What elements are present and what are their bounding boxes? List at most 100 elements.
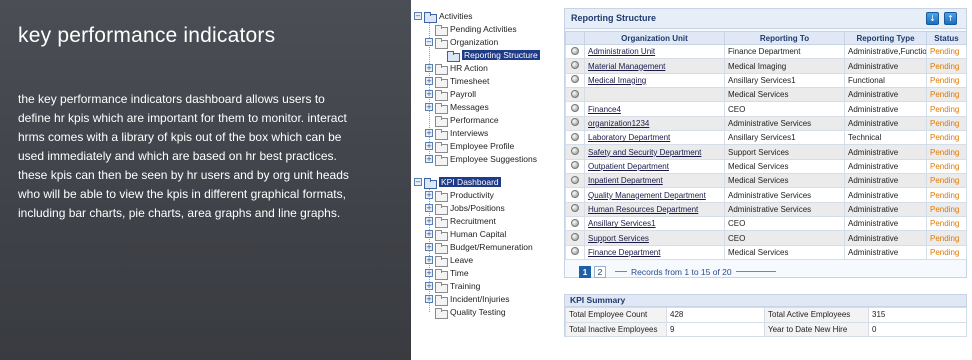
- tree-item-payroll[interactable]: + Payroll: [425, 88, 476, 101]
- table-row[interactable]: Medical Imaging Ansillary Services1 Functi…: [565, 72, 967, 89]
- column-header-reporting-type[interactable]: Reporting Type: [844, 31, 927, 45]
- table-row[interactable]: Ansillary Services1 CEO Administrative Pend…: [565, 216, 967, 232]
- row-radio-icon[interactable]: [571, 147, 579, 156]
- expand-icon[interactable]: +: [425, 230, 433, 238]
- table-row[interactable]: Human Resources Department Administrative…: [565, 201, 967, 218]
- tree-item-performance[interactable]: Performance: [425, 114, 499, 127]
- org-unit-cell[interactable]: Outpatient Department: [584, 158, 725, 175]
- tree-item-time[interactable]: + Time: [425, 267, 469, 280]
- table-row[interactable]: Outpatient Department Medical Services Adm…: [565, 158, 967, 175]
- column-header-status[interactable]: Status: [926, 31, 967, 45]
- org-unit-cell[interactable]: Laboratory Department: [584, 130, 725, 146]
- row-radio-icon[interactable]: [571, 118, 579, 127]
- expand-icon[interactable]: +: [425, 256, 433, 264]
- org-unit-cell[interactable]: Safety and Security Department: [584, 144, 725, 160]
- tree-item-hr-action[interactable]: + HR Action: [425, 62, 488, 75]
- org-unit-cell[interactable]: Material Management: [584, 58, 725, 74]
- tree-item-employee-profile[interactable]: + Employee Profile: [425, 140, 514, 153]
- row-radio-icon[interactable]: [571, 104, 579, 113]
- page-button[interactable]: 2: [594, 265, 606, 278]
- expand-icon[interactable]: +: [425, 191, 433, 199]
- table-row[interactable]: organization1234 Administrative Services A…: [565, 115, 967, 132]
- tree-item-timesheet[interactable]: + Timesheet: [425, 75, 489, 88]
- expand-icon[interactable]: +: [425, 90, 433, 98]
- row-select-cell[interactable]: [565, 115, 585, 132]
- expand-icon[interactable]: +: [425, 217, 433, 225]
- org-unit-cell[interactable]: [584, 87, 725, 103]
- table-row[interactable]: Quality Management Department Administrat…: [565, 187, 967, 203]
- table-row[interactable]: Material Management Medical Imaging Admini…: [565, 58, 967, 74]
- expand-icon[interactable]: +: [425, 295, 433, 303]
- row-radio-icon[interactable]: [571, 190, 579, 199]
- org-unit-cell[interactable]: Support Services: [584, 230, 725, 246]
- tree-item-leave[interactable]: + Leave: [425, 254, 473, 267]
- row-select-cell[interactable]: [565, 72, 585, 89]
- row-radio-icon[interactable]: [571, 75, 579, 84]
- download-icon[interactable]: ↓: [926, 12, 939, 25]
- expand-icon[interactable]: +: [425, 155, 433, 163]
- row-radio-icon[interactable]: [571, 218, 579, 227]
- row-select-cell[interactable]: [565, 201, 585, 218]
- collapse-icon[interactable]: −: [414, 178, 422, 186]
- expand-icon[interactable]: +: [425, 243, 433, 251]
- row-select-cell[interactable]: [565, 130, 585, 146]
- row-radio-icon[interactable]: [571, 204, 579, 213]
- collapse-icon[interactable]: −: [425, 38, 433, 46]
- row-select-cell[interactable]: [565, 187, 585, 203]
- org-unit-cell[interactable]: Administration Unit: [584, 43, 725, 60]
- column-header-org-unit[interactable]: Organization Unit: [584, 31, 725, 45]
- table-row[interactable]: Inpatient Department Medical Services Admi…: [565, 173, 967, 189]
- row-select-cell[interactable]: [565, 158, 585, 175]
- tree-item-quality-testing[interactable]: Quality Testing: [425, 306, 506, 319]
- row-radio-icon[interactable]: [571, 247, 579, 256]
- expand-icon[interactable]: +: [425, 129, 433, 137]
- expand-icon[interactable]: +: [425, 103, 433, 111]
- page-button[interactable]: 1: [579, 265, 591, 278]
- row-select-cell[interactable]: [565, 43, 585, 60]
- table-row[interactable]: Laboratory Department Ansillary Services1…: [565, 130, 967, 146]
- collapse-icon[interactable]: −: [414, 12, 422, 20]
- row-select-cell[interactable]: [565, 173, 585, 189]
- tree-item-kpi-dashboard[interactable]: − KPI Dashboard: [414, 176, 501, 189]
- tree-item-jobs-positions[interactable]: + Jobs/Positions: [425, 202, 505, 215]
- row-radio-icon[interactable]: [571, 132, 579, 141]
- row-select-cell[interactable]: [565, 101, 585, 117]
- row-select-cell[interactable]: [565, 144, 585, 160]
- tree-item-human-capital[interactable]: + Human Capital: [425, 228, 506, 241]
- row-radio-icon[interactable]: [571, 161, 579, 170]
- tree-item-interviews[interactable]: + Interviews: [425, 127, 488, 140]
- tree-item-organization[interactable]: − Organization: [425, 36, 498, 49]
- upload-icon[interactable]: ↑: [944, 12, 957, 25]
- org-unit-cell[interactable]: Inpatient Department: [584, 173, 725, 189]
- org-unit-cell[interactable]: Quality Management Department: [584, 187, 725, 203]
- row-select-cell[interactable]: [565, 244, 585, 261]
- row-select-cell[interactable]: [565, 58, 585, 74]
- tree-item-activities[interactable]: − Activities: [414, 10, 473, 23]
- row-radio-icon[interactable]: [571, 61, 579, 70]
- org-unit-cell[interactable]: Medical Imaging: [584, 72, 725, 89]
- expand-icon[interactable]: +: [425, 269, 433, 277]
- tree-item-employee-suggestions[interactable]: + Employee Suggestions: [425, 153, 537, 166]
- row-select-cell[interactable]: [565, 216, 585, 232]
- column-header-reporting-to[interactable]: Reporting To: [724, 31, 845, 45]
- table-row[interactable]: Finance Department Medical Services Admini…: [565, 244, 967, 261]
- org-unit-cell[interactable]: Finance Department: [584, 244, 725, 261]
- table-row[interactable]: Medical Services Administrative Pending: [565, 87, 967, 103]
- org-unit-cell[interactable]: organization1234: [584, 115, 725, 132]
- expand-icon[interactable]: +: [425, 77, 433, 85]
- org-unit-cell[interactable]: Finance4: [584, 101, 725, 117]
- tree-item-budget-remuneration[interactable]: + Budget/Remuneration: [425, 241, 533, 254]
- expand-icon[interactable]: +: [425, 282, 433, 290]
- org-unit-cell[interactable]: Ansillary Services1: [584, 216, 725, 232]
- row-radio-icon[interactable]: [571, 46, 579, 55]
- row-select-cell[interactable]: [565, 230, 585, 246]
- row-radio-icon[interactable]: [571, 233, 579, 242]
- table-row[interactable]: Finance4 CEO Administrative Pending: [565, 101, 967, 117]
- expand-icon[interactable]: +: [425, 142, 433, 150]
- tree-item-training[interactable]: + Training: [425, 280, 480, 293]
- table-row[interactable]: Administration Unit Finance Department Adm…: [565, 43, 967, 60]
- tree-item-recruitment[interactable]: + Recruitment: [425, 215, 496, 228]
- expand-icon[interactable]: +: [425, 64, 433, 72]
- org-unit-cell[interactable]: Human Resources Department: [584, 201, 725, 218]
- row-radio-icon[interactable]: [571, 175, 579, 184]
